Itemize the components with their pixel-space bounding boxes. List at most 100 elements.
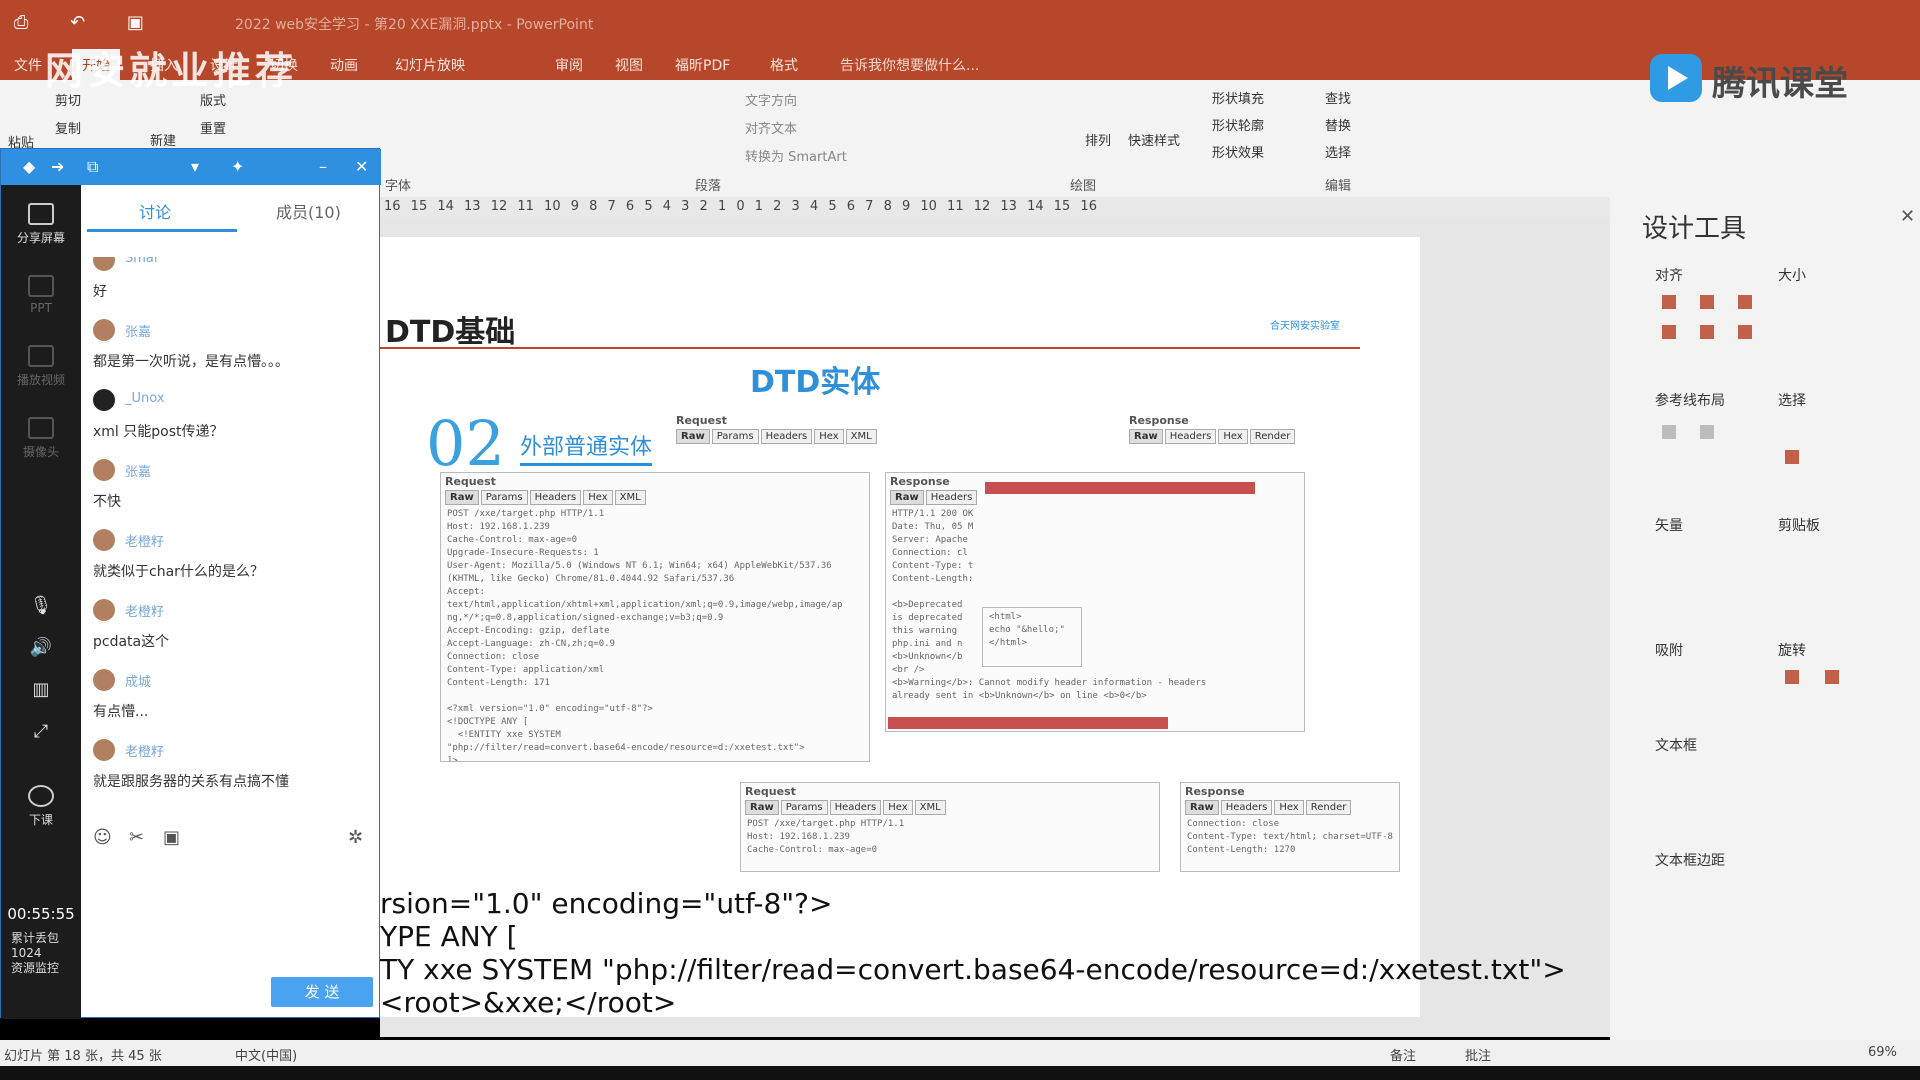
tab-headers[interactable]: Headers [925, 490, 978, 505]
slide[interactable]: DTD基础 合天网安实验室 DTD实体 02 外部普通实体 Request Ra… [380, 237, 1566, 1019]
flip-icon[interactable] [1825, 670, 1839, 684]
cut-button[interactable]: 剪切 [55, 90, 81, 109]
shape-outline-button[interactable]: 形状轮廓 [1212, 115, 1264, 134]
tab-raw[interactable]: Raw [445, 490, 479, 505]
mic-icon[interactable]: 🎙 [1, 595, 81, 616]
copy-button[interactable]: 复制 [55, 118, 81, 137]
tab-foxit-pdf[interactable]: 福昕PDF [675, 55, 730, 75]
tab-xml[interactable]: XML [914, 800, 946, 815]
speaker-icon[interactable]: 🔊 [1, 637, 81, 658]
align-left-icon[interactable] [1662, 295, 1676, 309]
tab-render[interactable]: Render [1305, 800, 1352, 815]
align-top-icon[interactable] [1662, 325, 1676, 339]
tab-raw[interactable]: Raw [890, 490, 924, 505]
align-middle-icon[interactable] [1700, 325, 1714, 339]
notes-button[interactable]: 备注 [1390, 1045, 1416, 1064]
tab-xml[interactable]: XML [845, 429, 877, 444]
tab-review[interactable]: 审阅 [555, 55, 583, 75]
shape-fill-button[interactable]: 形状填充 [1212, 88, 1264, 107]
replace-button[interactable]: 替换 [1325, 115, 1351, 134]
align-text-button[interactable]: 对齐文本 [745, 118, 797, 137]
response-body: HTTP/1.1 200 OK Date: Thu, 05 M Server: … [892, 509, 1207, 701]
text-direction-button[interactable]: 文字方向 [745, 90, 797, 109]
design-tools-pane: 设计工具 ✕ 对齐 大小 参考线布局 选择 矢量 剪贴板 吸附 旋转 文本框 文… [1610, 190, 1920, 1040]
section-number: 02 [426, 407, 505, 480]
snap-section: 吸附 [1655, 643, 1683, 659]
avatar [93, 257, 115, 271]
align-right-icon[interactable] [1738, 295, 1752, 309]
language-indicator[interactable]: 中文(中国) [235, 1045, 297, 1064]
request-label: Request [676, 414, 727, 427]
tab-file[interactable]: 文件 [14, 55, 42, 75]
close-icon[interactable]: ✕ [355, 157, 368, 176]
tab-raw[interactable]: Raw [745, 800, 779, 815]
tab-headers[interactable]: Headers [760, 429, 813, 444]
send-button[interactable]: 发 送 [271, 977, 373, 1007]
comments-button[interactable]: 批注 [1465, 1045, 1491, 1064]
align-center-icon[interactable] [1700, 295, 1714, 309]
find-button[interactable]: 查找 [1325, 88, 1351, 107]
play-video-button[interactable]: 播放视频 [1, 345, 81, 388]
chat-tabs: 讨论 成员(10) [81, 185, 381, 235]
dropdown-icon[interactable]: ▾ [191, 157, 199, 176]
share-screen-button[interactable]: 分享屏幕 [1, 203, 81, 246]
tab-headers[interactable]: Headers [829, 800, 882, 815]
image-icon[interactable]: ▣ [163, 827, 180, 848]
close-icon[interactable]: ✕ [1900, 206, 1915, 227]
select-icon[interactable] [1785, 450, 1799, 464]
ppt-button[interactable]: PPT [1, 275, 81, 315]
tab-hex[interactable]: Hex [1274, 800, 1304, 815]
tab-hex[interactable]: Hex [883, 800, 913, 815]
play-icon [1650, 54, 1702, 102]
tab-render[interactable]: Render [1249, 429, 1296, 444]
tab-headers[interactable]: Headers [1164, 429, 1217, 444]
layout-button[interactable]: 版式 [200, 90, 226, 109]
pin-icon[interactable]: ◆ [23, 157, 35, 176]
minimize-icon[interactable]: – [319, 157, 327, 176]
tab-format[interactable]: 格式 [770, 55, 798, 75]
rotate-icon[interactable] [1785, 670, 1799, 684]
tab-params[interactable]: Params [711, 429, 759, 444]
tab-hex[interactable]: Hex [1218, 429, 1248, 444]
shape-effects-button[interactable]: 形状效果 [1212, 142, 1264, 161]
tab-view[interactable]: 视图 [615, 55, 643, 75]
reset-button[interactable]: 重置 [200, 118, 226, 137]
end-class-button[interactable]: 下课 [1, 785, 81, 828]
tab-slideshow[interactable]: 幻灯片放映 [395, 55, 465, 75]
share-icon[interactable]: ➜ [51, 157, 64, 176]
chat-toolbar: ☺ ✂ ▣ ✲ [93, 827, 373, 851]
tab-discussion[interactable]: 讨论 [139, 199, 171, 223]
tell-me-search[interactable]: 告诉我你想要做什么... [840, 55, 979, 75]
settings-icon[interactable]: ✲ [348, 827, 363, 848]
tab-hex[interactable]: Hex [814, 429, 844, 444]
scissors-icon[interactable]: ✂ [129, 827, 144, 848]
live-class-panel: ◆ ➜ ⧉ ▾ ✦ – ✕ 分享屏幕 PPT 播放视频 摄像头 🎙 🔊 ▥ ⤢ … [0, 148, 381, 1019]
guide-icon[interactable] [1700, 425, 1714, 439]
tab-xml[interactable]: XML [614, 490, 646, 505]
guide-icon[interactable] [1662, 425, 1676, 439]
smartart-button[interactable]: 转换为 SmartArt [745, 146, 847, 165]
emoji-icon[interactable]: ☺ [93, 827, 112, 848]
tab-animations[interactable]: 动画 [330, 55, 358, 75]
quick-styles-button[interactable]: 快速样式 [1128, 130, 1180, 149]
tab-raw[interactable]: Raw [1185, 800, 1219, 815]
signal-icon[interactable]: ▥ [1, 679, 81, 700]
fullscreen-icon[interactable]: ⤢ [1, 721, 81, 742]
tab-params[interactable]: Params [480, 490, 528, 505]
tab-members[interactable]: 成员(10) [276, 199, 341, 223]
arrange-button[interactable]: 排列 [1085, 130, 1111, 149]
align-bottom-icon[interactable] [1738, 325, 1752, 339]
select-button[interactable]: 选择 [1325, 142, 1351, 161]
tab-headers[interactable]: Headers [529, 490, 582, 505]
quick-access-toolbar[interactable]: ⎙ ↶ ▣ [14, 12, 162, 33]
tab-headers[interactable]: Headers [1220, 800, 1273, 815]
window-icon[interactable]: ⧉ [87, 157, 98, 177]
new-slide-button[interactable]: 新建 [150, 130, 176, 149]
tab-params[interactable]: Params [780, 800, 828, 815]
pin-top-icon[interactable]: ✦ [231, 157, 244, 176]
tab-hex[interactable]: Hex [583, 490, 613, 505]
zoom-level[interactable]: 69% [1868, 1045, 1897, 1060]
camera-button[interactable]: 摄像头 [1, 417, 81, 460]
tab-raw[interactable]: Raw [676, 429, 710, 444]
tab-raw[interactable]: Raw [1129, 429, 1163, 444]
